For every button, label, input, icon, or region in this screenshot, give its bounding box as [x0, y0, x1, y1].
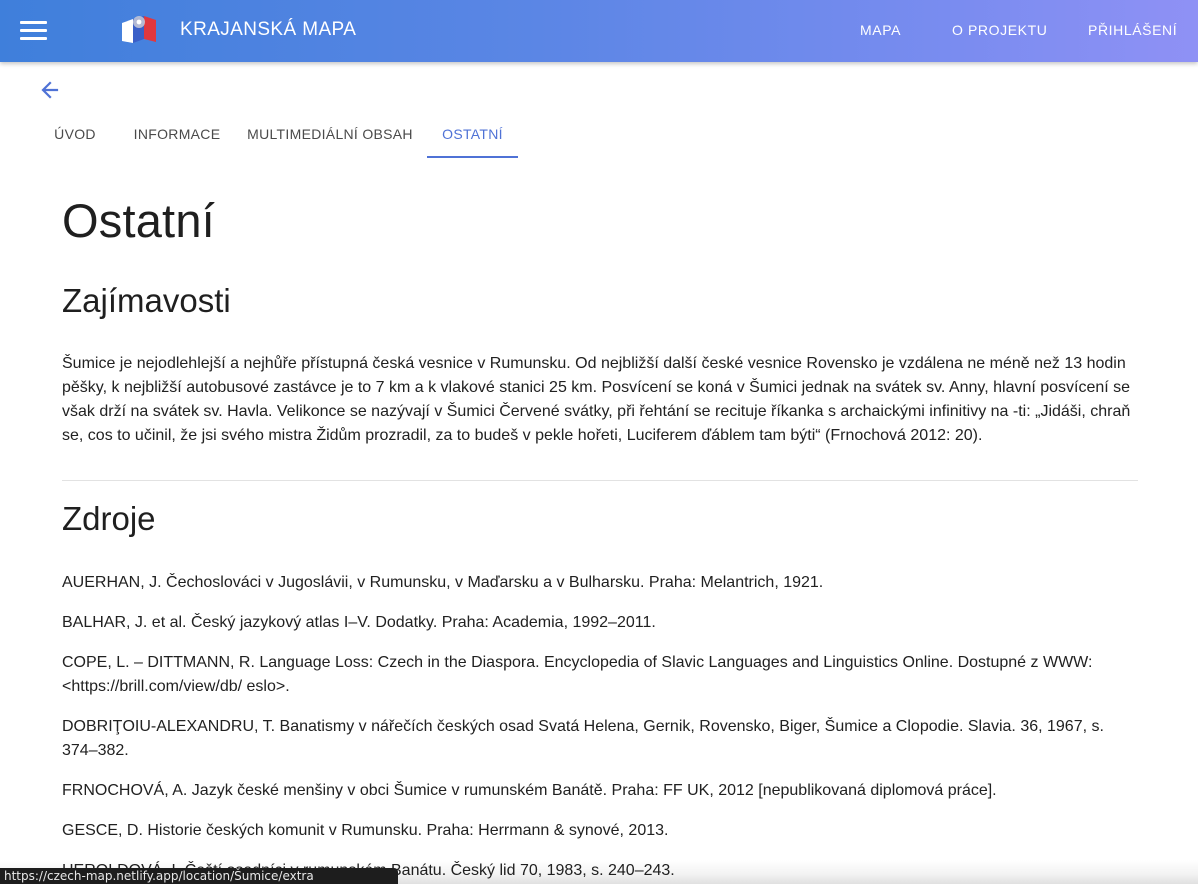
reference-item: DOBRIŢOIU-ALEXANDRU, T. Banatismy v náře… [62, 718, 1104, 759]
reference-item: COPE, L. – DITTMANN, R. Language Loss: C… [62, 654, 1093, 695]
nav-link-mapa[interactable]: MAPA [860, 22, 901, 38]
tab-ostatni[interactable]: OSTATNÍ [427, 112, 518, 158]
browser-status-url: https://czech-map.netlify.app/location/Š… [0, 868, 398, 884]
arrow-back-icon[interactable] [36, 76, 64, 104]
reference-item: AUERHAN, J. Čechoslováci v Jugoslávii, v… [62, 574, 824, 591]
section-divider [62, 480, 1138, 481]
nav-link-prihlaseni[interactable]: PŘIHLÁŠENÍ [1088, 22, 1177, 38]
active-tab-indicator [427, 156, 518, 158]
app-brand-title[interactable]: KRAJANSKÁ MAPA [180, 19, 356, 41]
section-heading-zajimavosti: Zajímavosti [62, 282, 231, 319]
czech-map-logo[interactable] [120, 13, 158, 45]
tab-uvod[interactable]: ÚVOD [38, 112, 112, 158]
facts-paragraph: Šumice je nejodlehlejší a nejhůře přístu… [62, 355, 1131, 444]
tab-informace[interactable]: INFORMACE [130, 112, 224, 158]
menu-icon[interactable] [14, 15, 54, 47]
reference-item: BALHAR, J. et al. Český jazykový atlas I… [62, 614, 656, 631]
app-bar: KRAJANSKÁ MAPA MAPA O PROJEKTU PŘIHLÁŠEN… [0, 0, 1198, 62]
reference-item: GESCE, D. Historie českých komunit v Rum… [62, 822, 669, 839]
reference-item: FRNOCHOVÁ, A. Jazyk české menšiny v obci… [62, 782, 997, 799]
section-heading-zdroje: Zdroje [62, 500, 156, 537]
tab-multimedialni-obsah[interactable]: MULTIMEDIÁLNÍ OBSAH [244, 112, 416, 158]
page-title: Ostatní [62, 194, 215, 247]
nav-link-o-projektu[interactable]: O PROJEKTU [952, 22, 1047, 38]
